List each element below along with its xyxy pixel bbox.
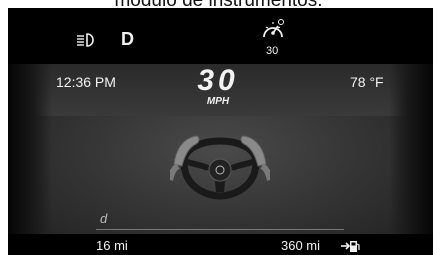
- hands-on-wheel-icon: [170, 135, 270, 200]
- mode-divider: [96, 229, 344, 230]
- trip-distance: 16 mi: [96, 238, 128, 253]
- fuel-range-icon: [341, 241, 360, 252]
- speed-unit: MPH: [206, 96, 230, 107]
- cruise-control-icon: [263, 19, 284, 38]
- headlight-icon: [77, 33, 94, 47]
- indicator-zone: [8, 8, 433, 64]
- left-bezel: [8, 64, 52, 255]
- right-bezel: [389, 64, 433, 255]
- drive-mode-indicator: d: [100, 211, 108, 226]
- gear-indicator: D: [121, 29, 134, 49]
- outside-temperature: 78 °F: [350, 74, 384, 90]
- clock-time: 12:36 PM: [56, 74, 116, 90]
- instrument-cluster: D 30 12:36 PM 78 °F 30 MPH d 16 mi 360 m…: [8, 8, 433, 255]
- cruise-set-speed: 30: [266, 45, 279, 57]
- bottom-bar: [8, 234, 433, 255]
- fuel-range: 360 mi: [281, 238, 321, 253]
- speed-value: 30: [197, 64, 239, 97]
